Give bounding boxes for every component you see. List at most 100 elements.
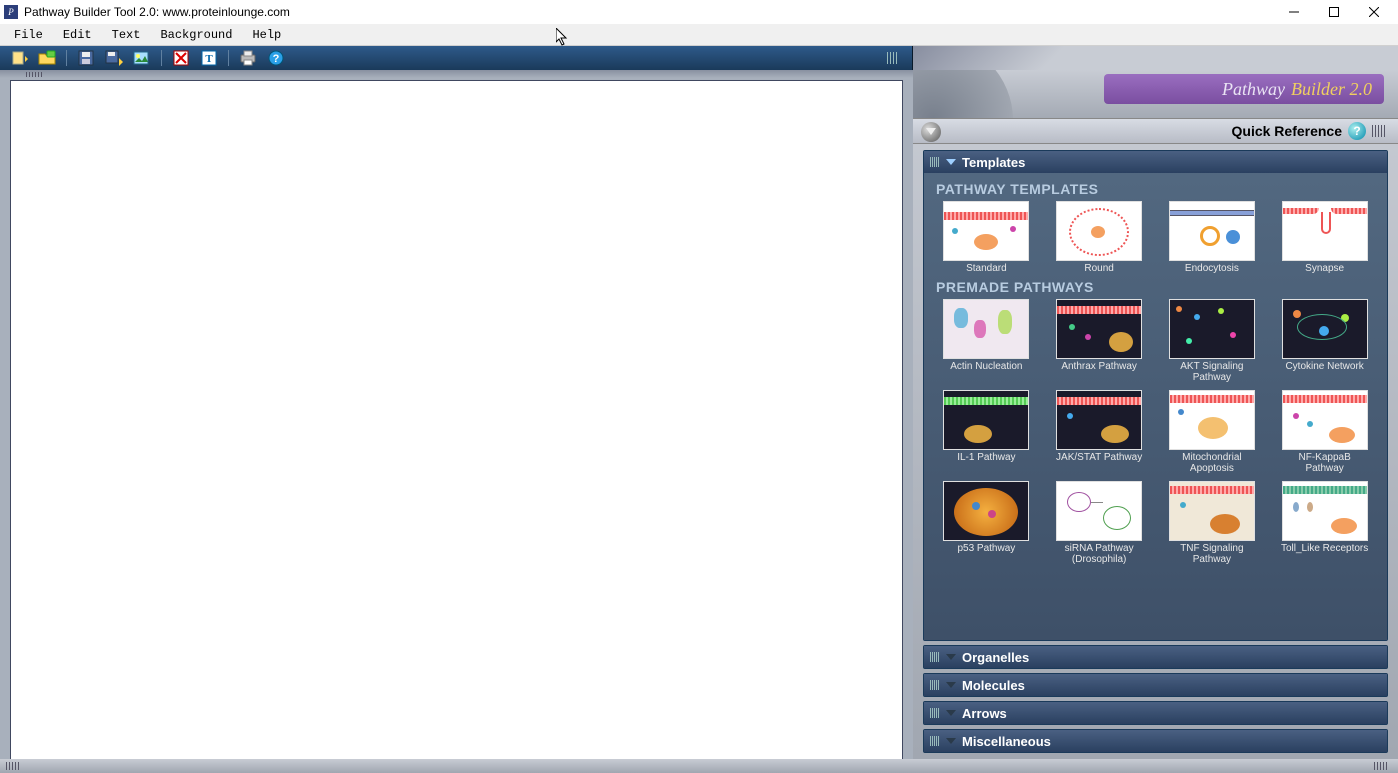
panel-header-molecules[interactable]: Molecules [924, 674, 1387, 696]
thumbnail-label: siRNA Pathway (Drosophila) [1053, 543, 1145, 566]
premade-item[interactable]: p53 Pathway [932, 481, 1041, 566]
print-icon[interactable] [237, 49, 259, 67]
close-button[interactable] [1354, 1, 1394, 23]
brand-word-1: Pathway [1222, 79, 1285, 100]
save-icon[interactable] [75, 49, 97, 67]
premade-item[interactable]: Actin Nucleation [932, 299, 1041, 384]
menu-background[interactable]: Background [150, 26, 242, 44]
drawing-canvas[interactable] [10, 80, 903, 769]
svg-text:?: ? [273, 53, 280, 65]
side-header: Pathway Builder 2.0 [913, 70, 1398, 118]
app-icon: P [4, 5, 18, 19]
toolbar: T ? [0, 46, 913, 70]
thumbnail-label: Anthrax Pathway [1061, 361, 1137, 373]
thumbnail-label: p53 Pathway [957, 543, 1015, 555]
panel-header-templates[interactable]: Templates [924, 151, 1387, 173]
thumbnail-icon [943, 299, 1029, 359]
canvas-pane [0, 70, 913, 773]
chevron-down-icon [946, 159, 956, 165]
toolbar-separator [228, 50, 229, 66]
premade-item[interactable]: siRNA Pathway (Drosophila) [1045, 481, 1154, 566]
panel-title: Arrows [962, 706, 1007, 721]
thumbnail-icon [1056, 481, 1142, 541]
panel-molecules: Molecules [923, 673, 1388, 697]
save-as-icon[interactable] [103, 49, 125, 67]
panel-header-arrows[interactable]: Arrows [924, 702, 1387, 724]
grip-icon [930, 736, 940, 746]
thumbnail-label: AKT Signaling Pathway [1166, 361, 1258, 384]
template-item[interactable]: Round [1045, 201, 1154, 275]
quick-reference-bar: Quick Reference ? [913, 118, 1398, 144]
panel-title: Molecules [962, 678, 1025, 693]
menu-edit[interactable]: Edit [53, 26, 102, 44]
thumbnail-label: Actin Nucleation [950, 361, 1022, 373]
premade-item[interactable]: Toll_Like Receptors [1270, 481, 1379, 566]
text-tool-icon[interactable]: T [198, 49, 220, 67]
section-pathway-templates: PATHWAY TEMPLATES [936, 181, 1383, 197]
menu-text[interactable]: Text [102, 26, 151, 44]
help-icon[interactable]: ? [265, 49, 287, 67]
thumbnail-label: JAK/STAT Pathway [1056, 452, 1142, 464]
thumbnail-icon [1282, 299, 1368, 359]
thumbnail-icon [1169, 201, 1255, 261]
section-premade-pathways: PREMADE PATHWAYS [936, 279, 1383, 295]
chevron-down-icon [946, 682, 956, 688]
thumbnail-icon [1056, 390, 1142, 450]
panel-header-organelles[interactable]: Organelles [924, 646, 1387, 668]
toolbar-separator [161, 50, 162, 66]
grip-icon [1372, 125, 1386, 137]
thumbnail-label: IL-1 Pathway [957, 452, 1015, 464]
panel-title: Organelles [962, 650, 1029, 665]
window-titlebar: P Pathway Builder Tool 2.0: www.proteinl… [0, 0, 1398, 24]
thumbnail-icon [1282, 390, 1368, 450]
thumbnail-icon [943, 481, 1029, 541]
panel-templates: Templates PATHWAY TEMPLATES [923, 150, 1388, 641]
premade-item[interactable]: NF-KappaB Pathway [1270, 390, 1379, 475]
premade-item[interactable]: Cytokine Network [1270, 299, 1379, 384]
panel-header-miscellaneous[interactable]: Miscellaneous [924, 730, 1387, 752]
maximize-button[interactable] [1314, 1, 1354, 23]
panel-title: Templates [962, 155, 1025, 170]
open-file-icon[interactable] [36, 49, 58, 67]
premade-item[interactable]: IL-1 Pathway [932, 390, 1041, 475]
grip-icon [930, 652, 940, 662]
side-pane: Pathway Builder 2.0 Quick Reference ? Te… [913, 70, 1398, 773]
new-file-icon[interactable] [8, 49, 30, 67]
panel-grip-icon [882, 49, 904, 67]
premade-item[interactable]: Mitochondrial Apoptosis [1158, 390, 1267, 475]
thumbnail-icon [1056, 299, 1142, 359]
premade-item[interactable]: AKT Signaling Pathway [1158, 299, 1267, 384]
thumbnail-icon [943, 390, 1029, 450]
thumbnail-label: Cytokine Network [1285, 361, 1363, 373]
minimize-button[interactable] [1274, 1, 1314, 23]
menu-file[interactable]: File [4, 26, 53, 44]
panel-organelles: Organelles [923, 645, 1388, 669]
thumbnail-icon [1169, 299, 1255, 359]
premade-item[interactable]: TNF Signaling Pathway [1158, 481, 1267, 566]
collapse-orb-icon[interactable] [921, 122, 941, 142]
template-item[interactable]: Synapse [1270, 201, 1379, 275]
grip-icon [930, 680, 940, 690]
thumbnail-label: Toll_Like Receptors [1281, 543, 1368, 555]
export-image-icon[interactable] [131, 49, 153, 67]
grip-icon [930, 708, 940, 718]
delete-icon[interactable] [170, 49, 192, 67]
template-item[interactable]: Standard [932, 201, 1041, 275]
status-bar [0, 759, 913, 773]
thumbnail-label: Endocytosis [1185, 263, 1239, 275]
thumbnail-label: NF-KappaB Pathway [1279, 452, 1371, 475]
thumbnail-icon [1169, 390, 1255, 450]
chevron-down-icon [946, 738, 956, 744]
premade-item[interactable]: Anthrax Pathway [1045, 299, 1154, 384]
window-title: Pathway Builder Tool 2.0: www.proteinlou… [24, 5, 1274, 19]
premade-item[interactable]: JAK/STAT Pathway [1045, 390, 1154, 475]
side-header-top-strip [913, 46, 1398, 70]
quick-reference-help-icon[interactable]: ? [1348, 122, 1366, 140]
chevron-down-icon [946, 710, 956, 716]
thumbnail-label: Round [1084, 263, 1113, 275]
grip-icon [1374, 762, 1388, 770]
menu-help[interactable]: Help [242, 26, 291, 44]
side-bottom-strip [913, 759, 1398, 773]
canvas-top-handle [0, 70, 913, 78]
template-item[interactable]: Endocytosis [1158, 201, 1267, 275]
